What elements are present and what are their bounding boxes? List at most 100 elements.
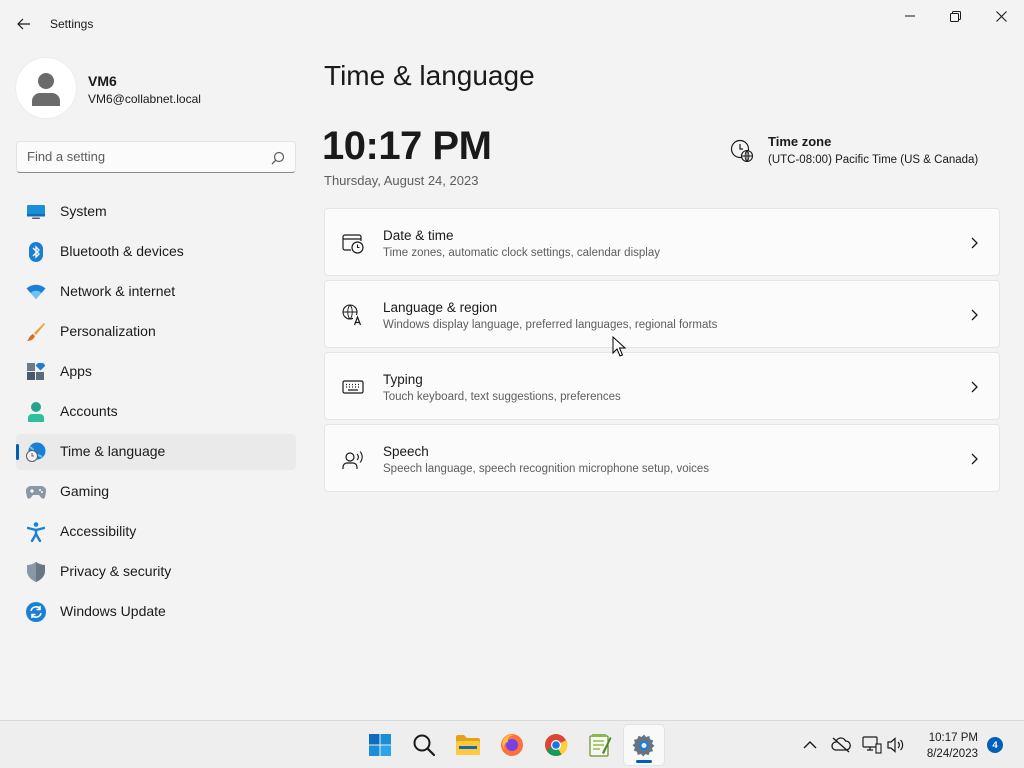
user-name: VM6 <box>88 73 117 89</box>
windows-logo-icon <box>369 734 391 756</box>
sidebar-nav: System Bluetooth & devices Network & int… <box>16 194 296 634</box>
timezone-label: Time zone <box>768 134 832 149</box>
gamepad-icon <box>26 482 46 502</box>
title-bar: Settings <box>0 0 1024 48</box>
taskbar-clock[interactable]: 10:17 PM 8/24/2023 <box>927 730 978 762</box>
app-title: Settings <box>50 17 94 31</box>
search-icon <box>271 151 285 165</box>
page-title: Time & language <box>324 60 535 91</box>
card-description: Time zones, automatic clock settings, ca… <box>383 247 660 259</box>
start-button[interactable] <box>360 725 400 765</box>
settings-cards: Date & time Time zones, automatic clock … <box>324 208 1000 496</box>
sidebar-item-label: Time & language <box>60 443 166 459</box>
typing-card[interactable]: Typing Touch keyboard, text suggestions,… <box>324 352 1000 420</box>
sidebar-item-label: Bluetooth & devices <box>60 243 184 259</box>
user-profile[interactable]: VM6 VM6@collabnet.local <box>16 58 296 118</box>
sidebar-item-time-language[interactable]: Time & language <box>16 434 296 470</box>
card-title: Language & region <box>383 300 498 315</box>
taskbar: 10:17 PM 8/24/2023 4 <box>0 720 1024 768</box>
notepad-plus-button[interactable] <box>580 725 620 765</box>
sidebar-item-label: Accounts <box>60 403 118 419</box>
folder-icon <box>456 735 480 755</box>
sidebar-item-windows-update[interactable]: Windows Update <box>16 594 296 630</box>
mouse-cursor-icon <box>612 336 626 357</box>
sidebar-item-label: System <box>60 203 107 219</box>
gear-icon <box>632 734 655 757</box>
close-button[interactable] <box>978 0 1024 32</box>
timezone-icon <box>730 139 754 163</box>
sidebar-item-accounts[interactable]: Accounts <box>16 394 296 430</box>
card-title: Typing <box>383 372 423 387</box>
sidebar-item-privacy[interactable]: Privacy & security <box>16 554 296 590</box>
current-date: Thursday, August 24, 2023 <box>324 173 479 188</box>
card-description: Windows display language, preferred lang… <box>383 319 718 331</box>
sidebar-item-personalization[interactable]: Personalization <box>16 314 296 350</box>
back-arrow-icon <box>17 18 30 30</box>
sidebar-item-system[interactable]: System <box>16 194 296 230</box>
keyboard-icon <box>342 380 364 394</box>
restore-icon <box>949 10 961 22</box>
taskbar-time: 10:17 PM <box>928 732 978 744</box>
date-time-card[interactable]: Date & time Time zones, automatic clock … <box>324 208 1000 276</box>
onedrive-tray-button[interactable] <box>831 735 851 755</box>
sidebar-item-network[interactable]: Network & internet <box>16 274 296 310</box>
current-time: 10:17 PM <box>322 124 492 168</box>
search-box[interactable] <box>16 141 296 173</box>
search-input[interactable] <box>27 149 257 164</box>
chevron-up-icon <box>803 741 817 749</box>
chevron-right-icon <box>971 453 978 465</box>
calendar-clock-icon <box>342 234 364 254</box>
shield-icon <box>26 562 46 582</box>
globe-clock-icon <box>26 442 46 462</box>
avatar <box>16 58 76 118</box>
sidebar-item-bluetooth[interactable]: Bluetooth & devices <box>16 234 296 270</box>
chrome-button[interactable] <box>536 725 576 765</box>
card-title: Speech <box>383 444 429 459</box>
wifi-icon <box>26 282 46 302</box>
notification-badge[interactable]: 4 <box>987 737 1003 753</box>
apps-icon <box>26 362 46 382</box>
speech-card[interactable]: Speech Speech language, speech recogniti… <box>324 424 1000 492</box>
show-hidden-icons-button[interactable] <box>800 735 820 755</box>
back-button[interactable] <box>10 11 38 37</box>
settings-app-button[interactable] <box>624 725 664 765</box>
firefox-icon <box>501 734 523 756</box>
chevron-right-icon <box>971 309 978 321</box>
sidebar-item-gaming[interactable]: Gaming <box>16 474 296 510</box>
chevron-right-icon <box>971 381 978 393</box>
accessibility-icon <box>26 522 46 542</box>
card-description: Touch keyboard, text suggestions, prefer… <box>383 391 621 403</box>
network-tray-button[interactable] <box>862 735 882 755</box>
language-icon <box>342 304 364 326</box>
taskbar-search-button[interactable] <box>404 725 444 765</box>
firefox-button[interactable] <box>492 725 532 765</box>
language-region-card[interactable]: Language & region Windows display langua… <box>324 280 1000 348</box>
sidebar-item-label: Network & internet <box>60 283 176 299</box>
cloud-offline-icon <box>831 737 851 753</box>
notepad-icon <box>589 734 612 757</box>
bluetooth-icon <box>26 242 46 262</box>
taskbar-date: 8/24/2023 <box>926 748 978 760</box>
sidebar-item-accessibility[interactable]: Accessibility <box>16 514 296 550</box>
card-title: Date & time <box>383 228 454 243</box>
volume-tray-button[interactable] <box>886 735 906 755</box>
sidebar-item-label: Apps <box>60 363 92 379</box>
speaker-icon <box>887 737 904 753</box>
sidebar-item-label: Gaming <box>60 483 110 499</box>
sidebar-item-apps[interactable]: Apps <box>16 354 296 390</box>
ethernet-icon <box>862 736 882 754</box>
speech-icon <box>342 451 363 469</box>
restore-button[interactable] <box>932 0 978 32</box>
sidebar-item-label: Windows Update <box>60 603 166 619</box>
close-icon <box>995 10 1007 22</box>
file-explorer-button[interactable] <box>448 725 488 765</box>
minimize-button[interactable] <box>887 0 933 32</box>
sync-icon <box>26 602 46 622</box>
timezone-value: (UTC-08:00) Pacific Time (US & Canada) <box>768 154 979 166</box>
chrome-icon <box>545 734 568 756</box>
brush-icon <box>26 322 46 342</box>
card-description: Speech language, speech recognition micr… <box>383 463 710 475</box>
user-email: VM6@collabnet.local <box>88 92 201 106</box>
sidebar-item-label: Personalization <box>60 323 156 339</box>
chevron-right-icon <box>971 237 978 249</box>
